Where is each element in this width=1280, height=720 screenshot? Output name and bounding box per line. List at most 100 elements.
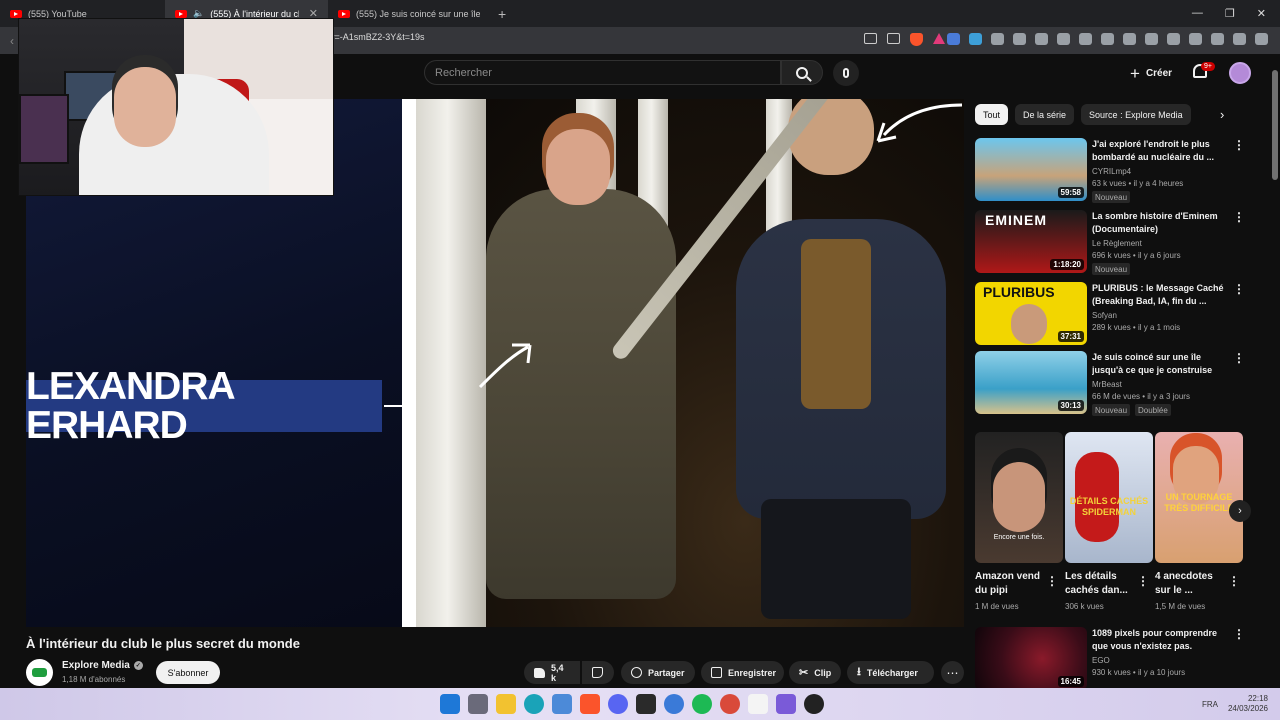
sidebar-icon[interactable] <box>1167 33 1180 45</box>
recommendation-title[interactable]: 1089 pixels pour comprendre que vous n'e… <box>1092 627 1232 653</box>
subscribe-button[interactable]: S'abonner <box>156 661 220 684</box>
chip-all[interactable]: Tout <box>975 104 1009 125</box>
recommendation-channel[interactable]: Sofyan <box>1092 311 1117 320</box>
short-thumbnail[interactable]: Encore une fois. <box>975 432 1063 563</box>
short-title[interactable]: Les détails cachés dan... <box>1065 570 1135 598</box>
extension-icon[interactable] <box>947 33 960 45</box>
dislike-button[interactable] <box>582 661 614 684</box>
tab-mrbeast-video[interactable]: (555) Je suis coincé sur une île jusqu <box>328 0 490 27</box>
clip-button[interactable]: ✂ Clip <box>789 661 841 684</box>
notepad-icon[interactable] <box>748 694 768 714</box>
chevron-right-icon[interactable]: › <box>1220 107 1224 122</box>
extension-icon[interactable] <box>1101 33 1114 45</box>
spotify-icon[interactable] <box>692 694 712 714</box>
cast-icon[interactable] <box>864 33 877 44</box>
share-page-icon[interactable] <box>887 33 900 44</box>
kebab-menu-icon[interactable]: ⋮ <box>1233 282 1245 296</box>
leo-ai-icon[interactable] <box>1211 33 1224 45</box>
app-icon[interactable] <box>664 694 684 714</box>
kebab-menu-icon[interactable]: ⋮ <box>1233 210 1245 224</box>
recommendation-item[interactable]: PLURIBUS 37:31 PLURIBUS : le Message Cac… <box>975 282 1265 346</box>
brave-icon[interactable] <box>580 694 600 714</box>
chrome-icon[interactable] <box>720 694 740 714</box>
brave-shield-icon[interactable] <box>910 33 923 46</box>
recommendation-title[interactable]: Je suis coincé sur une île jusqu'à ce qu… <box>1092 351 1232 377</box>
short-thumbnail[interactable]: DÉTAILS CACHÉS SPIDERMAN <box>1065 432 1153 563</box>
system-tray: FRA 22:18 24/03/2026 <box>1202 694 1268 714</box>
create-button[interactable]: + Créer <box>1124 62 1178 84</box>
recommendation-title[interactable]: J'ai exploré l'endroit le plus bombardé … <box>1092 138 1232 164</box>
obs-icon[interactable] <box>804 694 824 714</box>
search-button[interactable] <box>781 60 823 85</box>
recommendation-channel[interactable]: EGO <box>1092 656 1110 665</box>
short-title[interactable]: 4 anecdotes sur le ... <box>1155 570 1225 598</box>
page-scrollbar-thumb[interactable] <box>1272 70 1278 180</box>
recommendation-channel[interactable]: Le Règlement <box>1092 239 1142 248</box>
recommendation-item[interactable]: 30:13 Je suis coincé sur une île jusqu'à… <box>975 351 1265 416</box>
channel-name-text[interactable]: Explore Media <box>62 660 130 671</box>
recommendation-item[interactable]: 59:58 J'ai exploré l'endroit le plus bom… <box>975 138 1265 203</box>
extensions-puzzle-icon[interactable] <box>1079 33 1092 45</box>
search-input[interactable]: Rechercher <box>424 60 781 85</box>
video-thumbnail[interactable]: EMINEM 1:18:20 <box>975 210 1087 273</box>
search-taskbar-icon[interactable] <box>468 694 488 714</box>
restore-icon[interactable]: ❐ <box>1225 7 1235 20</box>
app-icon[interactable] <box>776 694 796 714</box>
extension-icon[interactable] <box>991 33 1004 45</box>
video-thumbnail[interactable]: 16:45 <box>975 627 1087 690</box>
new-badge: Nouveau <box>1092 191 1131 203</box>
kebab-menu-icon[interactable]: ⋮ <box>1233 138 1245 152</box>
media-icon[interactable] <box>1145 33 1158 45</box>
extension-icon[interactable] <box>1013 33 1026 45</box>
channel-name[interactable]: Explore Media ✓ <box>62 660 143 671</box>
video-thumbnail[interactable]: 30:13 <box>975 351 1087 414</box>
discord-icon[interactable] <box>608 694 628 714</box>
store-icon[interactable] <box>552 694 572 714</box>
kebab-menu-icon[interactable]: ⋮ <box>1046 574 1058 588</box>
language-indicator[interactable]: FRA <box>1202 700 1218 709</box>
more-actions-button[interactable]: ⋯ <box>941 661 964 684</box>
close-window-icon[interactable]: ✕ <box>1257 7 1266 20</box>
recommendation-title[interactable]: La sombre histoire d'Eminem (Documentair… <box>1092 210 1232 236</box>
kebab-menu-icon[interactable]: ⋮ <box>1137 574 1149 588</box>
clock[interactable]: 22:18 24/03/2026 <box>1228 694 1268 714</box>
recommendation-item[interactable]: EMINEM 1:18:20 La sombre histoire d'Emin… <box>975 210 1265 275</box>
new-tab-button[interactable]: + <box>490 6 514 22</box>
download-button[interactable]: ⭳ Télécharger <box>847 661 934 684</box>
save-button[interactable]: Enregistrer <box>701 661 784 684</box>
file-explorer-icon[interactable] <box>496 694 516 714</box>
extension-icon[interactable] <box>1057 33 1070 45</box>
recommendation-channel[interactable]: CYRILmp4 <box>1092 167 1131 176</box>
share-button[interactable]: Partager <box>621 661 695 684</box>
back-icon[interactable]: ‹ <box>10 34 14 48</box>
edge-icon[interactable] <box>524 694 544 714</box>
channel-avatar[interactable] <box>26 659 53 686</box>
kebab-menu-icon[interactable]: ⋮ <box>1233 351 1245 365</box>
recommendation-title[interactable]: PLURIBUS : le Message Caché (Breaking Ba… <box>1092 282 1232 308</box>
voice-search-button[interactable] <box>833 60 859 86</box>
brave-rewards-icon[interactable] <box>933 33 945 44</box>
user-avatar[interactable] <box>1229 62 1251 84</box>
kebab-menu-icon[interactable]: ⋮ <box>1228 574 1240 588</box>
vpn-icon[interactable] <box>1233 33 1246 45</box>
video-thumbnail[interactable]: 59:58 <box>975 138 1087 201</box>
windows-start-icon[interactable] <box>440 694 460 714</box>
short-thumbnail[interactable]: UN TOURNAGE TRÈS DIFFICILE <box>1155 432 1243 563</box>
extension-icon[interactable] <box>1035 33 1048 45</box>
minimize-icon[interactable]: — <box>1192 7 1203 20</box>
menu-icon[interactable] <box>1255 33 1268 45</box>
extension-icon[interactable] <box>1123 33 1136 45</box>
like-button[interactable]: 5,4 k <box>524 661 580 684</box>
chip-source[interactable]: Source : Explore Media <box>1081 104 1191 125</box>
video-thumbnail[interactable]: PLURIBUS 37:31 <box>975 282 1087 345</box>
chip-series[interactable]: De la série <box>1015 104 1075 125</box>
extension-icon[interactable] <box>969 33 982 45</box>
short-title[interactable]: Amazon vend du pipi <box>975 570 1045 598</box>
kebab-menu-icon[interactable]: ⋮ <box>1233 627 1245 641</box>
shorts-next-button[interactable]: › <box>1229 500 1251 522</box>
wallet-icon[interactable] <box>1189 33 1202 45</box>
recommendation-channel[interactable]: MrBeast <box>1092 380 1122 389</box>
url-text[interactable]: v=-A1smBZ2-3Y&t=19s <box>330 32 425 42</box>
app-icon[interactable] <box>636 694 656 714</box>
recommendation-item[interactable]: 16:45 1089 pixels pour comprendre que vo… <box>975 627 1265 691</box>
